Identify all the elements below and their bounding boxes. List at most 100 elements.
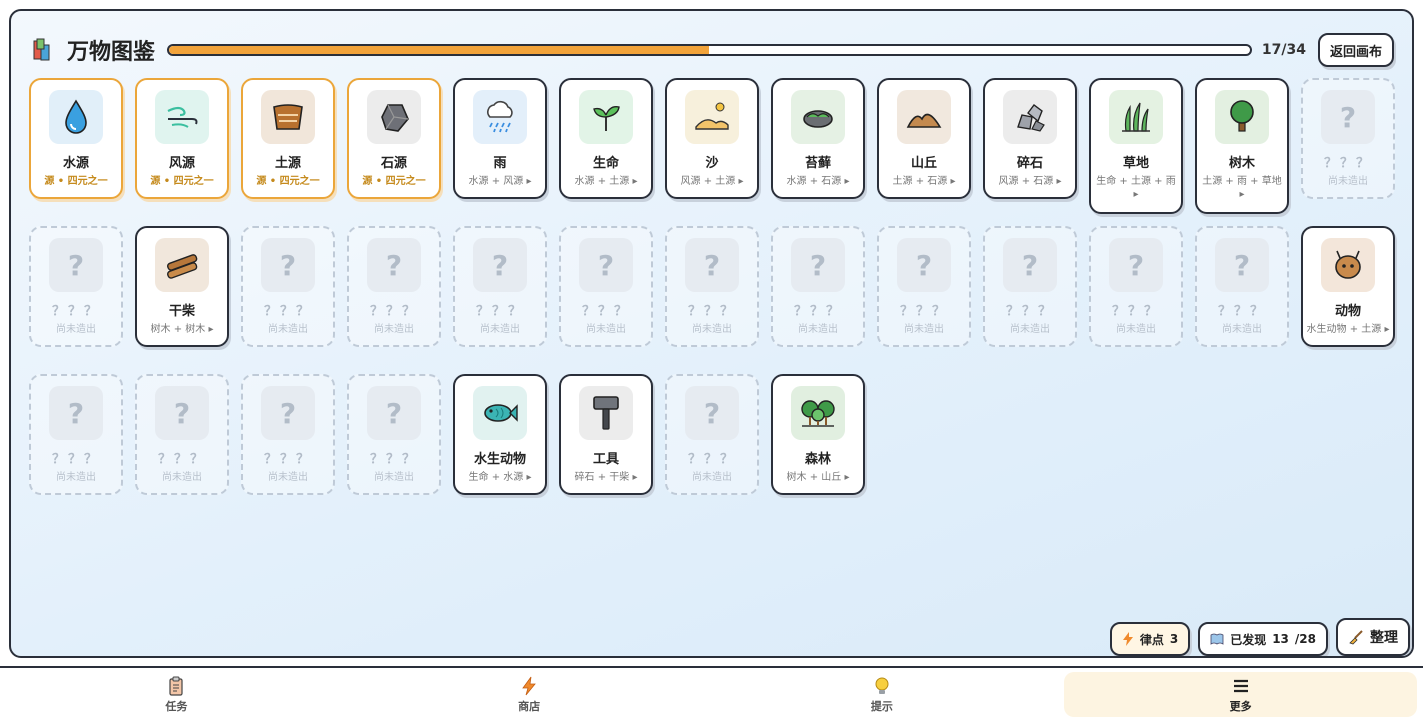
nav-item-hints[interactable]: 提示 <box>706 668 1059 721</box>
points-badge[interactable]: 律点 3 <box>1109 622 1191 656</box>
item-icon-box <box>1215 90 1269 144</box>
locked-item-card[interactable]: ? ？？？ 尚未造出 <box>771 226 865 347</box>
menu-icon <box>1233 679 1248 692</box>
item-recipe: 土源 + 石源 ▸ <box>892 176 956 187</box>
item-name: 风源 <box>168 156 195 171</box>
item-name: 沙 <box>705 156 719 171</box>
nav-item-shop[interactable]: 商店 <box>353 668 706 721</box>
item-recipe: 尚未造出 <box>1328 176 1368 187</box>
tidy-button[interactable]: 整理 <box>1336 618 1410 656</box>
item-card[interactable]: 树木 土源 + 雨 + 草地 ▸ <box>1195 78 1289 214</box>
locked-item-card[interactable]: ? ？？？ 尚未造出 <box>1301 78 1395 199</box>
nav-label: 商店 <box>518 699 541 713</box>
item-name: ？？？ <box>51 452 100 467</box>
back-to-canvas-button[interactable]: 返回画布 <box>1317 33 1394 67</box>
locked-item-card[interactable]: ? ？？？ 尚未造出 <box>665 226 759 347</box>
tidy-label: 整理 <box>1370 630 1398 646</box>
item-recipe: 生命 + 水源 ▸ <box>468 472 532 483</box>
question-mark-icon: ? <box>385 248 403 282</box>
item-card[interactable]: 森林 树木 + 山丘 ▸ <box>771 374 865 495</box>
item-recipe: 尚未造出 <box>692 472 732 483</box>
item-icon-box: ? <box>155 386 209 440</box>
item-card[interactable]: 干柴 树木 + 树木 ▸ <box>135 226 229 347</box>
locked-item-card[interactable]: ? ？？？ 尚未造出 <box>29 374 123 495</box>
item-recipe: 水源 + 石源 ▸ <box>786 176 850 187</box>
item-card[interactable]: 沙风源 + 土源 ▸ <box>665 78 759 199</box>
item-card[interactable]: 工具碎石 + 干柴 ▸ <box>559 374 653 495</box>
tree-icon <box>1230 100 1254 132</box>
lightbulb-icon <box>875 677 889 694</box>
item-card[interactable]: 风源源 • 四元之一 <box>135 78 229 199</box>
locked-item-card[interactable]: ? ？？？ 尚未造出 <box>241 374 335 495</box>
item-card[interactable]: 山丘土源 + 石源 ▸ <box>877 78 971 199</box>
locked-item-card[interactable]: ? ？？？ 尚未造出 <box>347 374 441 495</box>
locked-item-card[interactable]: ? ？？？ 尚未造出 <box>135 374 229 495</box>
question-mark-icon: ? <box>1233 248 1251 282</box>
status-bar: 律点 3 已发现 13 /28 整理 <box>1109 618 1410 656</box>
item-card[interactable]: 水生动物生命 + 水源 ▸ <box>453 374 547 495</box>
nav-item-more[interactable]: 更多 <box>1064 672 1417 717</box>
item-card[interactable]: 草地 生命 + 土源 + 雨 ▸ <box>1089 78 1183 214</box>
item-card[interactable]: 雨水源 + 风源 ▸ <box>453 78 547 199</box>
item-recipe: 源 • 四元之一 <box>362 176 426 187</box>
locked-item-card[interactable]: ? ？？？ 尚未造出 <box>347 226 441 347</box>
item-name: 工具 <box>592 452 619 467</box>
item-card[interactable]: 动物 水生动物 + 土源 ▸ <box>1301 226 1395 347</box>
question-mark-icon: ? <box>385 396 403 430</box>
item-icon-box: ? <box>579 238 633 292</box>
item-recipe: 尚未造出 <box>1222 324 1262 335</box>
question-mark-icon: ? <box>915 248 933 282</box>
item-icon-box: ? <box>1003 238 1057 292</box>
item-icon-box: ? <box>367 238 421 292</box>
locked-item-card[interactable]: ? ？？？ 尚未造出 <box>665 374 759 495</box>
item-recipe: 碎石 + 干柴 ▸ <box>574 472 638 483</box>
page-title: 万物图鉴 <box>67 40 156 65</box>
item-recipe: 尚未造出 <box>1010 324 1050 335</box>
item-name: 水生动物 <box>473 452 526 467</box>
item-recipe: 尚未造出 <box>692 324 732 335</box>
nav-item-tasks[interactable]: 任务 <box>0 668 353 721</box>
locked-item-card[interactable]: ? ？？？ 尚未造出 <box>453 226 547 347</box>
locked-item-card[interactable]: ? ？？？ 尚未造出 <box>29 226 123 347</box>
item-card[interactable]: 土源源 • 四元之一 <box>241 78 335 199</box>
item-card[interactable]: 水源源 • 四元之一 <box>29 78 123 199</box>
question-mark-icon: ? <box>491 248 509 282</box>
locked-item-card[interactable]: ? ？？？ 尚未造出 <box>877 226 971 347</box>
question-mark-icon: ? <box>703 248 721 282</box>
locked-item-card[interactable]: ? ？？？ 尚未造出 <box>1195 226 1289 347</box>
item-recipe: 源 • 四元之一 <box>256 176 320 187</box>
item-icon-box: ? <box>1109 238 1163 292</box>
hammer-icon <box>593 396 619 430</box>
item-recipe: 源 • 四元之一 <box>150 176 214 187</box>
item-recipe: 尚未造出 <box>268 324 308 335</box>
item-card[interactable]: 苔藓 水源 + 石源 ▸ <box>771 78 865 199</box>
discovered-badge[interactable]: 已发现 13 /28 <box>1198 622 1328 656</box>
locked-item-card[interactable]: ? ？？？ 尚未造出 <box>1089 226 1183 347</box>
item-name: ？？？ <box>51 304 100 319</box>
item-name: 树木 <box>1228 156 1255 171</box>
item-recipe: 尚未造出 <box>268 472 308 483</box>
item-recipe: 尚未造出 <box>162 472 202 483</box>
item-recipe: 风源 + 石源 ▸ <box>998 176 1062 187</box>
soil-icon <box>273 104 303 130</box>
item-name: 山丘 <box>910 156 937 171</box>
locked-item-card[interactable]: ? ？？？ 尚未造出 <box>559 226 653 347</box>
item-recipe: 水源 + 风源 ▸ <box>468 176 532 187</box>
encyclopedia-panel: 万物图鉴 17/34 返回画布 水源源 • 四元之一 风源源 • 四元之一 土源源 … <box>9 9 1414 658</box>
locked-item-card[interactable]: ? ？？？ 尚未造出 <box>983 226 1077 347</box>
points-value: 3 <box>1169 632 1179 646</box>
item-name: ？？？ <box>687 304 736 319</box>
item-name: ？？？ <box>1111 304 1160 319</box>
item-card[interactable]: 石源源 • 四元之一 <box>347 78 441 199</box>
item-name: 土源 <box>274 156 301 171</box>
item-card[interactable]: 碎石 风源 + 石源 ▸ <box>983 78 1077 199</box>
item-name: 雨 <box>493 156 507 171</box>
locked-item-card[interactable]: ? ？？？ 尚未造出 <box>241 226 335 347</box>
item-icon-box: ? <box>1321 90 1375 144</box>
item-name: 水源 <box>62 156 89 171</box>
item-icon-box: ? <box>685 386 739 440</box>
question-mark-icon: ? <box>1339 100 1357 134</box>
item-card[interactable]: 生命 水源 + 土源 ▸ <box>559 78 653 199</box>
item-icon-box <box>791 386 845 440</box>
item-name: ？？？ <box>793 304 842 319</box>
